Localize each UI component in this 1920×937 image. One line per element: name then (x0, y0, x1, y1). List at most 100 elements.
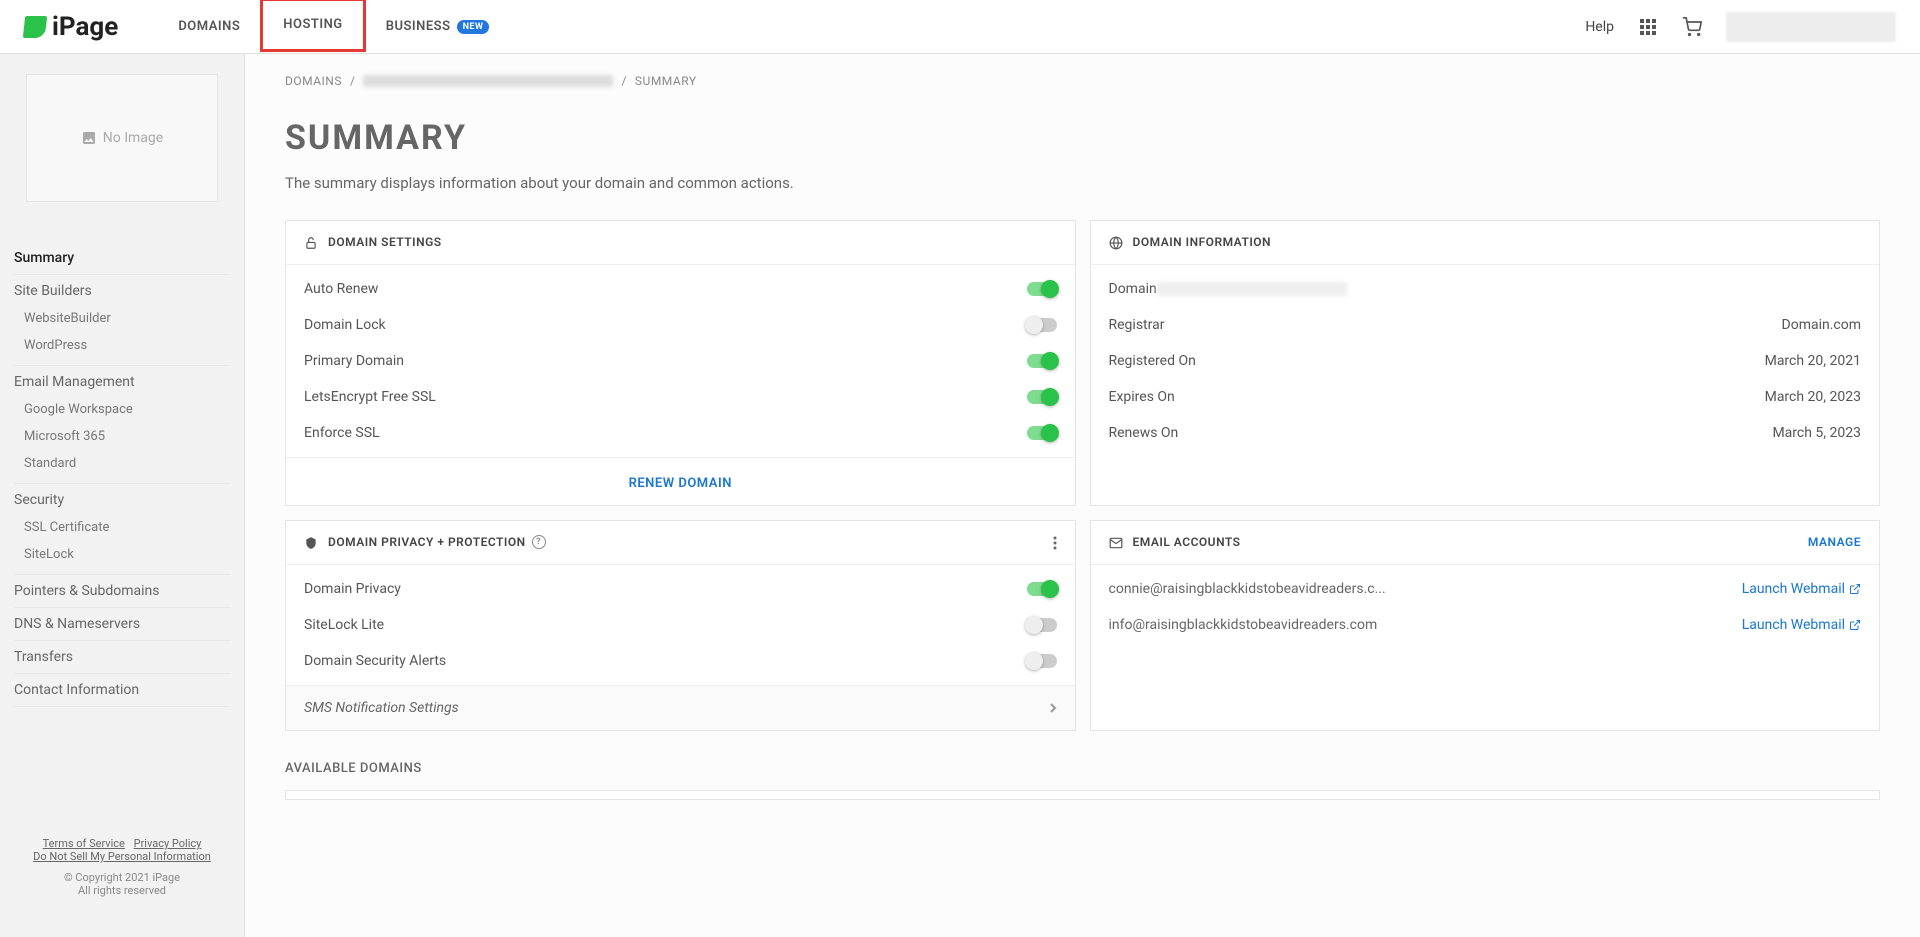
row-lets-encrypt: LetsEncrypt Free SSL (286, 379, 1075, 415)
sidebar-security[interactable]: Security (14, 484, 230, 514)
crumb-domain-name[interactable] (363, 75, 613, 87)
crumb-domains[interactable]: DOMAINS (285, 74, 342, 88)
sidebar-footer: Terms of Service Privacy Policy Do Not S… (14, 817, 230, 917)
row-primary-domain: Primary Domain (286, 343, 1075, 379)
row-sitelock-lite: SiteLock Lite (286, 607, 1075, 643)
row-expires: Expires OnMarch 20, 2023 (1091, 379, 1880, 415)
footer-donotsell[interactable]: Do Not Sell My Personal Information (33, 850, 211, 863)
page-title: SUMMARY (285, 118, 1880, 158)
page-subtitle: The summary displays information about y… (285, 174, 1880, 192)
sidebar-email-group: Email Management Google Workspace Micros… (14, 366, 230, 484)
new-badge: NEW (457, 20, 490, 34)
crumb-sep: / (350, 74, 355, 88)
toggle-enforce-ssl[interactable] (1027, 426, 1057, 440)
sidebar-ssl[interactable]: SSL Certificate (14, 514, 230, 541)
row-domain-privacy: Domain Privacy (286, 571, 1075, 607)
footer-privacy[interactable]: Privacy Policy (134, 837, 202, 850)
manage-email-link[interactable]: MANAGE (1808, 535, 1861, 549)
card-domain-info-header: DOMAIN INFORMATION (1091, 221, 1880, 265)
site-preview: No Image (26, 74, 218, 202)
nav-hosting[interactable]: HOSTING (260, 0, 365, 52)
row-domain-lock: Domain Lock (286, 307, 1075, 343)
shield-icon (304, 535, 318, 550)
chevron-right-icon (1049, 700, 1057, 716)
row-registrar: Registrar Domain.com (1091, 307, 1880, 343)
label-domain-privacy: Domain Privacy (304, 581, 401, 597)
renew-domain-button[interactable]: RENEW DOMAIN (629, 476, 732, 491)
card-privacy: DOMAIN PRIVACY + PROTECTION ? Domain Pri… (285, 520, 1076, 731)
user-menu[interactable] (1726, 12, 1896, 42)
card-domain-info: DOMAIN INFORMATION Domain Registrar Domai… (1090, 220, 1881, 506)
globe-icon (1109, 235, 1123, 250)
card-available-domains (285, 790, 1880, 800)
sidebar-ms365[interactable]: Microsoft 365 (14, 423, 230, 450)
row-domain: Domain (1091, 271, 1880, 307)
toggle-domain-privacy[interactable] (1027, 582, 1057, 596)
sms-settings-row[interactable]: SMS Notification Settings (286, 685, 1075, 730)
value-registrar: Domain.com (1782, 317, 1861, 333)
sidebar-websitebuilder[interactable]: WebsiteBuilder (14, 305, 230, 332)
card-email-title: EMAIL ACCOUNTS (1133, 535, 1241, 549)
lock-icon (304, 235, 318, 250)
crumb-summary: SUMMARY (635, 74, 697, 88)
sidebar-pointers[interactable]: Pointers & Subdomains (14, 575, 230, 608)
sidebar-site-builders[interactable]: Site Builders (14, 275, 230, 305)
image-icon (81, 130, 97, 146)
toggle-sitelock-lite[interactable] (1027, 618, 1057, 632)
label-sitelock-lite: SiteLock Lite (304, 617, 384, 633)
launch-label-2: Launch Webmail (1742, 617, 1845, 633)
launch-webmail-1[interactable]: Launch Webmail (1742, 581, 1861, 597)
card-privacy-header: DOMAIN PRIVACY + PROTECTION ? (286, 521, 1075, 565)
toggle-auto-renew[interactable] (1027, 282, 1057, 296)
sidebar-google-ws[interactable]: Google Workspace (14, 396, 230, 423)
topbar-right: Help (1585, 12, 1896, 42)
email-row-2: info@raisingblackkidstobeavidreaders.com… (1091, 607, 1880, 643)
help-link[interactable]: Help (1585, 19, 1614, 35)
mail-icon (1109, 535, 1123, 550)
sidebar-email-mgmt[interactable]: Email Management (14, 366, 230, 396)
card-email: EMAIL ACCOUNTS MANAGE connie@raisingblac… (1090, 520, 1881, 731)
nav-business-label: BUSINESS (386, 19, 451, 34)
email-addr-1: connie@raisingblackkidstobeavidreaders.c… (1109, 581, 1742, 597)
row-security-alerts: Domain Security Alerts (286, 643, 1075, 679)
row-registered: Registered OnMarch 20, 2021 (1091, 343, 1880, 379)
value-registered: March 20, 2021 (1765, 353, 1861, 369)
sidebar-contact[interactable]: Contact Information (14, 674, 230, 707)
card-domain-settings-title: DOMAIN SETTINGS (328, 235, 442, 249)
nav-domains[interactable]: DOMAINS (158, 0, 260, 54)
label-registrar: Registrar (1109, 317, 1165, 333)
toggle-primary-domain[interactable] (1027, 354, 1057, 368)
sidebar: No Image Summary Site Builders WebsiteBu… (0, 54, 244, 937)
toggle-domain-lock[interactable] (1027, 318, 1057, 332)
footer-tos[interactable]: Terms of Service (43, 837, 125, 850)
sidebar-transfers[interactable]: Transfers (14, 641, 230, 674)
toggle-security-alerts[interactable] (1027, 654, 1057, 668)
footer-copyright: © Copyright 2021 iPage (14, 871, 230, 884)
sidebar-list: Summary Site Builders WebsiteBuilder Wor… (14, 242, 230, 707)
sidebar-dns[interactable]: DNS & Nameservers (14, 608, 230, 641)
value-renews: March 5, 2023 (1772, 425, 1861, 441)
crumb-sep2: / (621, 74, 626, 88)
sidebar-sitelock[interactable]: SiteLock (14, 541, 230, 568)
nav-hosting-label: HOSTING (283, 17, 342, 32)
label-auto-renew: Auto Renew (304, 281, 378, 297)
sidebar-wordpress[interactable]: WordPress (14, 332, 230, 359)
more-icon[interactable] (1053, 535, 1057, 550)
logo[interactable]: iPage (24, 12, 118, 42)
sidebar-standard[interactable]: Standard (14, 450, 230, 477)
available-domains-title: AVAILABLE DOMAINS (285, 761, 1880, 776)
email-row-1: connie@raisingblackkidstobeavidreaders.c… (1091, 571, 1880, 607)
apps-icon[interactable] (1638, 17, 1658, 37)
label-lets-encrypt: LetsEncrypt Free SSL (304, 389, 436, 405)
card-privacy-title: DOMAIN PRIVACY + PROTECTION (328, 535, 526, 549)
card-email-header: EMAIL ACCOUNTS MANAGE (1091, 521, 1880, 565)
external-link-icon (1849, 583, 1861, 595)
cart-icon[interactable] (1682, 17, 1702, 37)
help-icon[interactable]: ? (532, 535, 546, 549)
nav-business[interactable]: BUSINESS NEW (366, 0, 510, 54)
sidebar-summary[interactable]: Summary (14, 242, 230, 275)
nav-domains-label: DOMAINS (178, 19, 240, 34)
breadcrumbs: DOMAINS / / SUMMARY (285, 74, 1880, 88)
toggle-lets-encrypt[interactable] (1027, 390, 1057, 404)
launch-webmail-2[interactable]: Launch Webmail (1742, 617, 1861, 633)
